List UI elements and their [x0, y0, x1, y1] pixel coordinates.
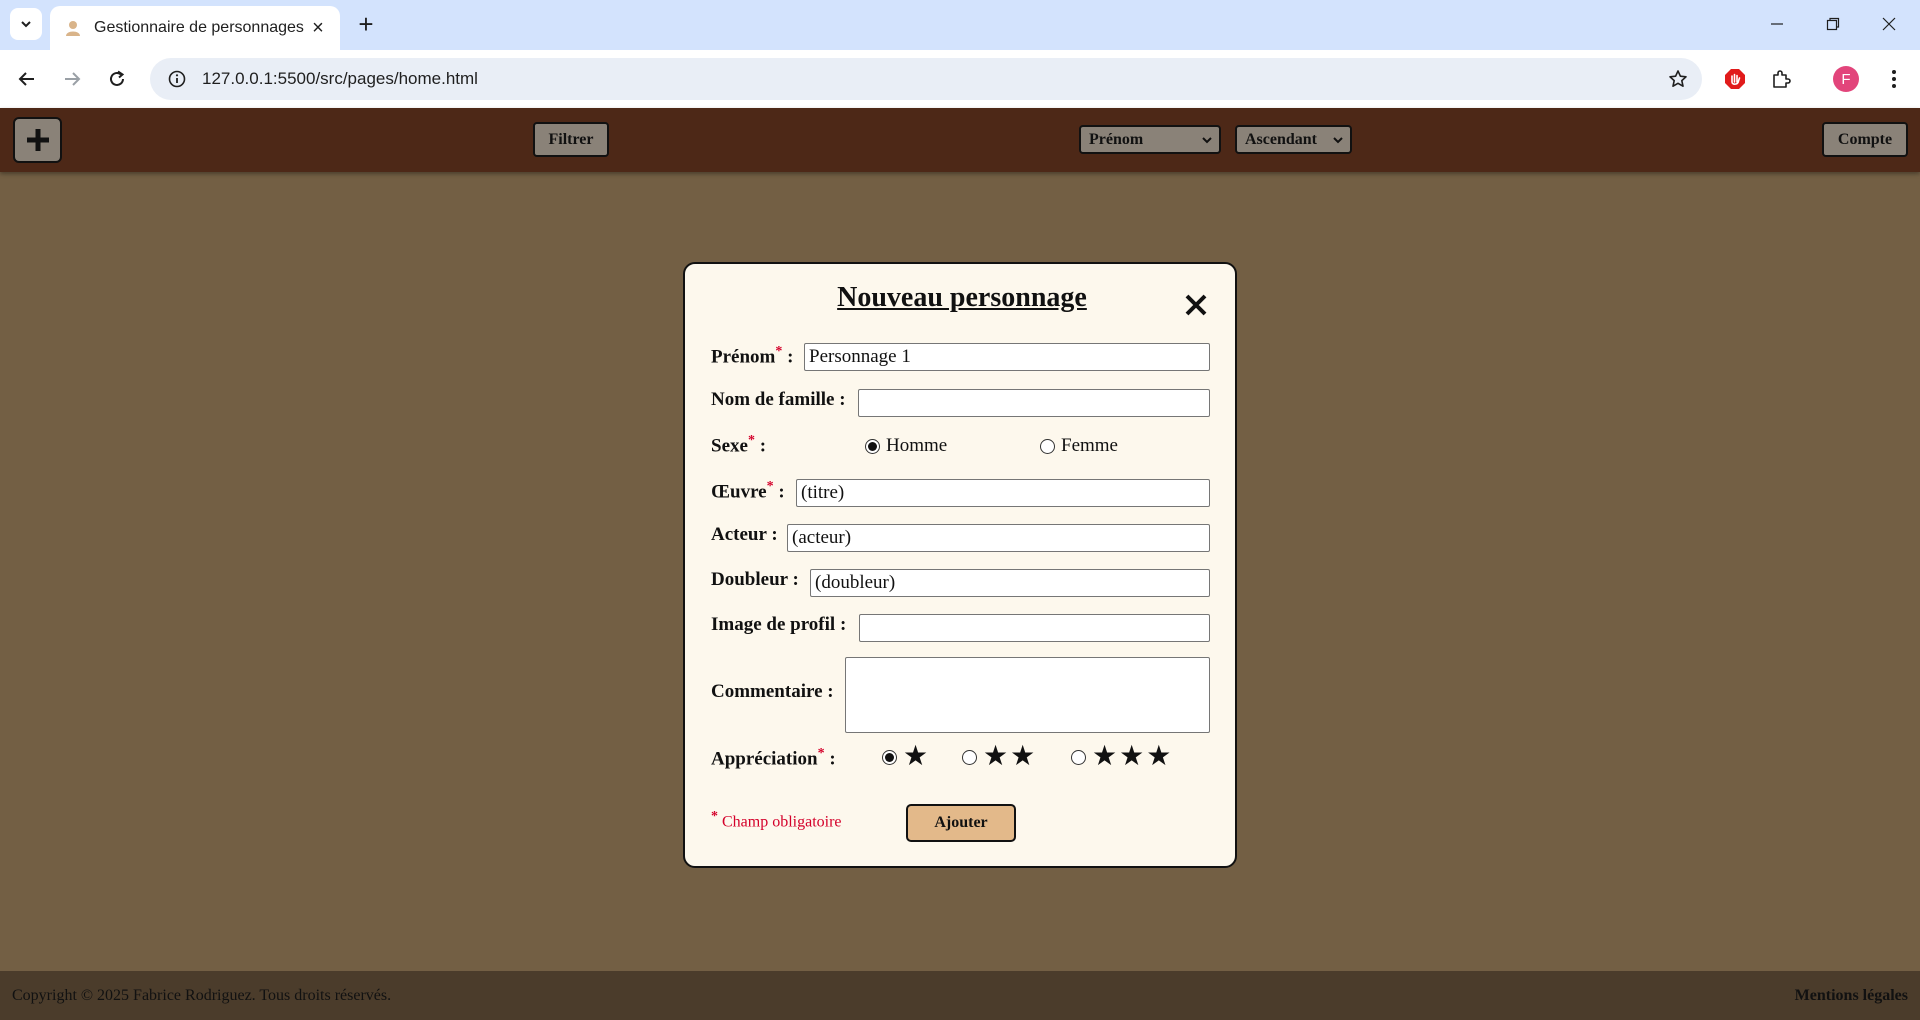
first-name-row: Prénom* :: [711, 344, 793, 368]
profile-image-input[interactable]: [859, 614, 1210, 642]
star-icon: ★★: [983, 741, 1038, 772]
legal-notice-link[interactable]: Mentions légales: [1795, 987, 1908, 1005]
sort-field-select[interactable]: Prénom: [1079, 125, 1221, 154]
dubber-input[interactable]: (doubleur): [810, 569, 1210, 597]
app-header: Filtrer Prénom Ascendant Compte: [0, 108, 1920, 172]
close-icon[interactable]: ×: [306, 16, 330, 40]
work-label: Œuvre* :: [711, 479, 785, 503]
page-content: Filtrer Prénom Ascendant Compte Nouveau …: [0, 108, 1920, 1020]
dubber-label: Doubleur :: [711, 569, 799, 590]
actor-row: Acteur :: [711, 524, 778, 546]
more-menu-icon[interactable]: [1878, 63, 1910, 95]
url-text[interactable]: 127.0.0.1:5500/src/pages/home.html: [202, 69, 1662, 89]
last-name-input[interactable]: [858, 389, 1210, 417]
modal-title: Nouveau personnage: [837, 282, 1087, 313]
last-name-label: Nom de famille :: [711, 389, 846, 410]
browser-toolbar: 127.0.0.1:5500/src/pages/home.html: [0, 50, 1920, 108]
tab-title: Gestionnaire de personnages: [94, 19, 304, 36]
close-icon[interactable]: [1181, 290, 1211, 320]
rating-option-3[interactable]: ★★★: [1071, 743, 1173, 771]
minimize-icon[interactable]: [1754, 8, 1800, 40]
last-name-row: Nom de famille :: [711, 389, 846, 411]
radio-female[interactable]: [1040, 438, 1055, 454]
work-row: Œuvre* :: [711, 479, 785, 503]
radio-rating-1[interactable]: [882, 749, 897, 765]
work-input[interactable]: (titre): [796, 479, 1210, 507]
radio-rating-2[interactable]: [962, 749, 977, 765]
star-icon[interactable]: [1662, 63, 1694, 95]
sort-order-value: Ascendant: [1245, 130, 1318, 148]
new-tab-button[interactable]: +: [352, 10, 380, 38]
chevron-down-icon: [21, 21, 31, 28]
profile-image-row: Image de profil :: [711, 614, 846, 636]
rating-option-1[interactable]: ★: [882, 743, 930, 771]
required-field-note: * Champ obligatoire: [711, 809, 842, 831]
comment-textarea[interactable]: [845, 657, 1210, 733]
comment-row: Commentaire :: [711, 681, 834, 703]
star-icon: ★: [903, 741, 931, 772]
window-close-icon[interactable]: [1866, 8, 1912, 40]
star-icon: ★★★: [1092, 741, 1174, 772]
radio-male[interactable]: [865, 438, 880, 454]
extensions-icon[interactable]: [1765, 63, 1797, 95]
restore-icon[interactable]: [1810, 8, 1856, 40]
sex-label: Sexe* :: [711, 433, 767, 457]
sex-row: Sexe* :: [711, 433, 766, 457]
add-character-button[interactable]: [13, 117, 62, 163]
tab-search-button[interactable]: [10, 8, 42, 40]
account-button[interactable]: Compte: [1822, 122, 1908, 157]
first-name-input[interactable]: Personnage 1: [804, 343, 1210, 371]
radio-rating-3[interactable]: [1071, 749, 1086, 765]
forward-arrow-icon[interactable]: [56, 63, 88, 95]
ad-blocker-icon[interactable]: [1719, 63, 1751, 95]
comment-label: Commentaire :: [711, 681, 834, 702]
plus-icon: [26, 129, 49, 151]
profile-avatar[interactable]: F: [1833, 66, 1859, 92]
browser-tab-active[interactable]: Gestionnaire de personnages ×: [50, 6, 340, 50]
browser-tabstrip: Gestionnaire de personnages × +: [0, 0, 1920, 50]
sex-option-female[interactable]: Femme: [1040, 435, 1118, 457]
rating-option-2[interactable]: ★★: [962, 743, 1037, 771]
add-button[interactable]: Ajouter: [906, 804, 1016, 842]
rating-row: Appréciation* :: [711, 746, 836, 770]
sex-option-male[interactable]: Homme: [865, 435, 947, 457]
actor-input[interactable]: (acteur): [787, 524, 1210, 552]
first-name-label: Prénom* :: [711, 344, 794, 368]
rating-label: Appréciation* :: [711, 746, 836, 770]
sort-field-value: Prénom: [1089, 130, 1144, 148]
new-character-modal: Nouveau personnage Prénom* : Personnage …: [683, 262, 1237, 868]
dubber-row: Doubleur :: [711, 569, 799, 591]
filter-button[interactable]: Filtrer: [533, 122, 609, 157]
chevron-down-icon: [1333, 136, 1343, 143]
sort-order-select[interactable]: Ascendant: [1235, 125, 1352, 154]
back-arrow-icon[interactable]: [11, 63, 43, 95]
actor-label: Acteur :: [711, 524, 778, 545]
site-info-icon[interactable]: [164, 66, 190, 92]
profile-image-label: Image de profil :: [711, 614, 847, 635]
copyright-text: Copyright © 2025 Fabrice Rodriguez. Tous…: [12, 986, 392, 1004]
chevron-down-icon: [1202, 136, 1212, 143]
sex-male-label: Homme: [886, 435, 948, 456]
reload-icon[interactable]: [101, 63, 133, 95]
address-bar[interactable]: 127.0.0.1:5500/src/pages/home.html: [150, 58, 1702, 100]
person-icon: [62, 17, 84, 39]
sex-female-label: Femme: [1061, 435, 1118, 456]
page-footer: Copyright © 2025 Fabrice Rodriguez. Tous…: [0, 971, 1920, 1020]
